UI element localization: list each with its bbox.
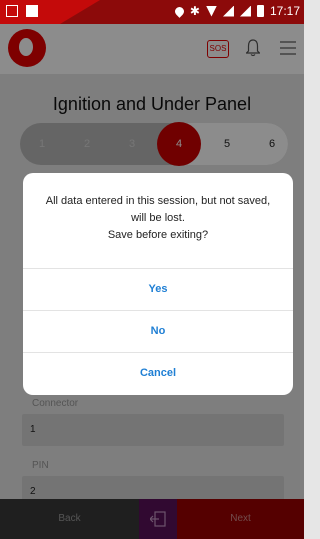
no-button[interactable]: No xyxy=(23,310,293,351)
screenshot-icon xyxy=(6,5,18,17)
signal-icon xyxy=(222,5,234,17)
dialog-message-line-2: will be lost. xyxy=(131,212,185,224)
location-icon xyxy=(173,4,186,18)
status-bar-left xyxy=(6,5,38,17)
dialog-message-line-3: Save before exiting? xyxy=(107,229,209,241)
signal-icon xyxy=(239,5,251,17)
status-time: 17:17 xyxy=(269,4,300,18)
dialog-message-line-1: All data entered in this session, but no… xyxy=(45,195,271,207)
unsaved-data-dialog: All data entered in this session, but no… xyxy=(23,173,293,395)
cancel-button[interactable]: Cancel xyxy=(23,352,293,393)
status-bar: ✱ 17:17 xyxy=(0,0,304,24)
battery-icon xyxy=(256,5,264,17)
square-icon xyxy=(26,5,38,17)
wifi-icon xyxy=(205,5,217,17)
dialog-message: All data entered in this session, but no… xyxy=(23,173,293,244)
yes-button[interactable]: Yes xyxy=(23,268,293,309)
bluetooth-icon: ✱ xyxy=(189,4,200,18)
status-bar-right: ✱ 17:17 xyxy=(173,4,300,18)
